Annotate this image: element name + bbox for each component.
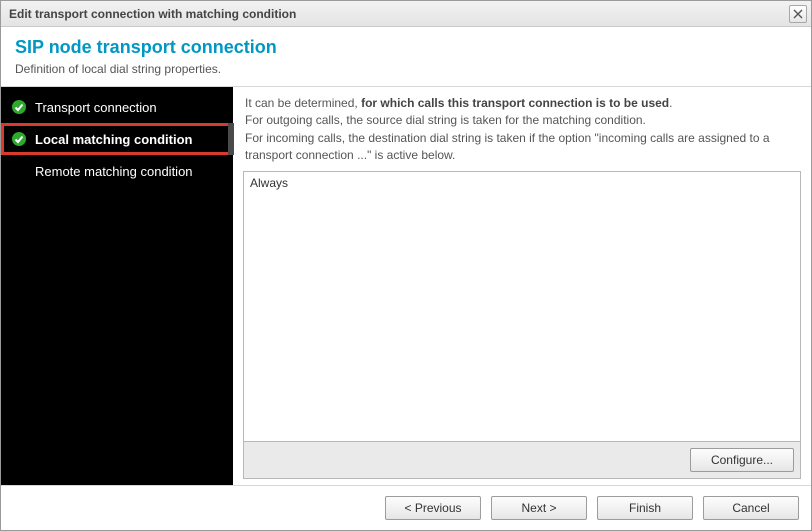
step-transport-connection[interactable]: Transport connection — [1, 91, 233, 123]
empty-icon — [11, 163, 27, 179]
window-title: Edit transport connection with matching … — [9, 7, 789, 21]
step-label: Remote matching condition — [35, 164, 193, 179]
cancel-button[interactable]: Cancel — [703, 496, 799, 520]
header-area: SIP node transport connection Definition… — [1, 27, 811, 87]
check-icon — [11, 131, 27, 147]
condition-list[interactable]: Always — [243, 171, 801, 442]
step-label: Transport connection — [35, 100, 157, 115]
page-title: SIP node transport connection — [15, 37, 797, 58]
info-line1-bold: for which calls this transport connectio… — [361, 96, 669, 110]
finish-button[interactable]: Finish — [597, 496, 693, 520]
check-icon — [11, 99, 27, 115]
wizard-sidebar: Transport connection Local matching cond… — [1, 87, 233, 485]
list-item[interactable]: Always — [250, 176, 794, 190]
close-icon — [793, 9, 803, 19]
info-line1-suffix: . — [669, 96, 672, 110]
page-subtitle: Definition of local dial string properti… — [15, 62, 797, 76]
configure-button[interactable]: Configure... — [690, 448, 794, 472]
footer-buttons: < Previous Next > Finish Cancel — [1, 485, 811, 530]
info-line3: For incoming calls, the destination dial… — [245, 131, 770, 162]
step-label: Local matching condition — [35, 132, 192, 147]
main-panel: It can be determined, for which calls th… — [233, 87, 811, 485]
info-text: It can be determined, for which calls th… — [243, 93, 801, 171]
close-button[interactable] — [789, 5, 807, 23]
step-remote-matching-condition[interactable]: Remote matching condition — [1, 155, 233, 187]
previous-button[interactable]: < Previous — [385, 496, 481, 520]
step-local-matching-condition[interactable]: Local matching condition — [1, 123, 233, 155]
info-line2: For outgoing calls, the source dial stri… — [245, 113, 646, 127]
list-footer: Configure... — [243, 442, 801, 479]
info-line1-prefix: It can be determined, — [245, 96, 361, 110]
dialog-window: Edit transport connection with matching … — [0, 0, 812, 531]
title-bar: Edit transport connection with matching … — [1, 1, 811, 27]
next-button[interactable]: Next > — [491, 496, 587, 520]
body-area: Transport connection Local matching cond… — [1, 87, 811, 485]
